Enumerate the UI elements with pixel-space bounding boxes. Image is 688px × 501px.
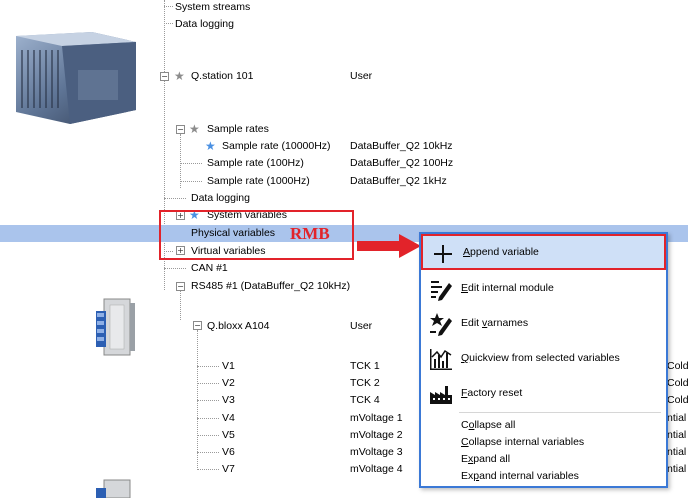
menu-item-label: Factory reset [461,387,523,399]
context-menu: Append variable Edit internal module Edi… [419,232,668,488]
tree-item-data-logging-top[interactable]: Data logging [175,17,234,31]
factory-icon [429,382,453,406]
tree-item-rs485[interactable]: RS485 #1 (DataBuffer_Q2 10kHz) [191,279,350,293]
variable-extra: ntial [667,429,687,441]
menu-separator [459,412,661,413]
tree-item-sample-rate-value: DataBuffer_Q2 100Hz [350,157,454,169]
menu-item-label: Edit varnames [461,317,529,329]
variable-value: TCK 1 [350,360,380,372]
menu-item-collapse-internal-variables[interactable]: Collapse internal variables [461,436,584,449]
collapse-icon[interactable]: − [176,125,185,134]
q-bloxx-device-image-partial [94,478,136,499]
collapse-icon[interactable]: − [193,321,202,330]
tree-connector [164,198,186,199]
tree-connector [180,134,181,188]
tree-item-sample-rate[interactable]: Sample rate (10000Hz) [222,139,331,153]
variable-value: TCK 2 [350,377,380,389]
menu-item-edit-internal-module[interactable]: Edit internal module [421,271,666,306]
edit-module-icon [429,277,453,301]
menu-item-append-variable[interactable]: Append variable [421,234,666,270]
variable-extra: ntial [667,463,687,475]
variable-name[interactable]: V3 [222,393,235,407]
arrow-right-icon [357,234,421,261]
variable-extra: ntial [667,412,687,424]
tree-item-q-station-value: User [350,70,373,82]
tree-connector [197,469,219,470]
tree-item-q-bloxx[interactable]: Q.bloxx A104 [207,319,269,333]
variable-name[interactable]: V1 [222,359,235,373]
menu-item-label: Append variable [463,246,539,258]
tree-connector [197,418,219,419]
plus-icon [431,242,455,266]
tree-connector [197,383,219,384]
tree-item-sample-rate-value: DataBuffer_Q2 10kHz [350,140,453,152]
variable-extra: Cold- [667,394,688,406]
tree-item-sample-rate[interactable]: Sample rate (100Hz) [207,156,304,170]
menu-item-quickview[interactable]: Quickview from selected variables [421,341,666,376]
menu-item-factory-reset[interactable]: Factory reset [421,376,666,411]
menu-item-label: Edit internal module [461,282,554,294]
tree-connector [180,163,202,164]
tree-item-sample-rate[interactable]: Sample rate (1000Hz) [207,174,310,188]
tree-connector [180,181,202,182]
variable-value: mVoltage 2 [350,429,403,441]
menu-item-label: Quickview from selected variables [461,352,620,364]
q-station-device-image [12,30,138,125]
tree-item-system-streams[interactable]: System streams [175,0,250,14]
variable-name[interactable]: V5 [222,428,235,442]
variable-extra: ntial [667,446,687,458]
tree-item-q-bloxx-value: User [350,320,373,332]
variable-extra: Cold- [667,377,688,389]
menu-item-expand-internal-variables[interactable]: Expand internal variables [461,470,579,483]
q-bloxx-device-image [94,297,136,357]
menu-item-expand-all[interactable]: Expand all [461,453,510,466]
rmb-annotation-label: RMB [290,224,330,243]
tree-connector [180,290,181,320]
tree-connector [197,366,219,367]
tree-connector [197,400,219,401]
quickview-chart-icon [429,347,453,371]
variable-name[interactable]: V7 [222,462,235,476]
star-icon: ★ [205,139,216,153]
tree-item-sample-rate-value: DataBuffer_Q2 1kHz [350,175,447,187]
collapse-icon[interactable]: − [176,282,185,291]
tree-connector [164,0,165,76]
edit-varnames-icon [429,312,453,336]
tree-item-data-logging[interactable]: Data logging [191,191,250,205]
tree-item-can[interactable]: CAN #1 [191,261,228,275]
tree-connector [164,268,186,269]
tree-connector [164,6,173,7]
menu-item-edit-varnames[interactable]: Edit varnames [421,306,666,341]
variable-value: TCK 4 [350,394,380,406]
variable-name[interactable]: V2 [222,376,235,390]
variable-name[interactable]: V4 [222,411,235,425]
variable-name[interactable]: V6 [222,445,235,459]
collapse-icon[interactable]: − [160,72,169,81]
variable-value: mVoltage 1 [350,412,403,424]
star-icon: ★ [189,122,200,136]
tree-connector [197,452,219,453]
tree-item-sample-rates[interactable]: Sample rates [207,122,269,136]
tree-connector [164,23,173,24]
variable-value: mVoltage 4 [350,463,403,475]
variable-value: mVoltage 3 [350,446,403,458]
tree-connector [197,435,219,436]
variable-extra: Cold- [667,360,688,372]
star-icon: ★ [174,69,185,83]
tree-item-q-station[interactable]: Q.station 101 [191,69,253,83]
menu-item-collapse-all[interactable]: Collapse all [461,419,515,432]
